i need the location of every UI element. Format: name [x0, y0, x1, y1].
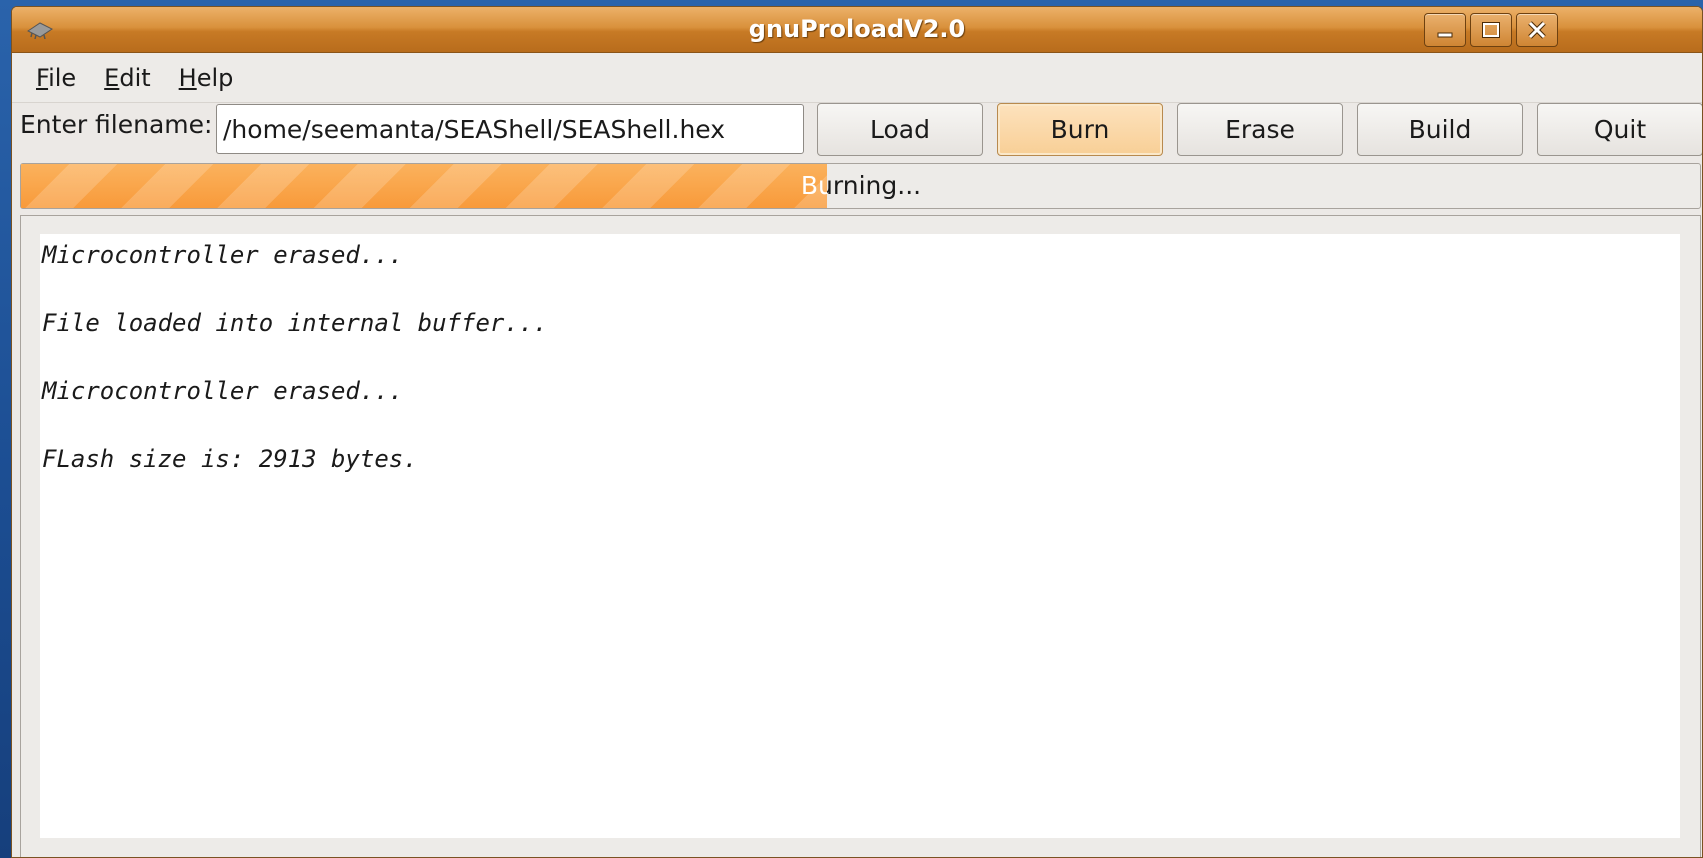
minimize-icon	[1437, 32, 1453, 38]
progress-bar: Burning... Burning...	[20, 163, 1701, 209]
log-output[interactable]: Microcontroller erased... File loaded in…	[40, 234, 1680, 838]
filename-label: Enter filename:	[20, 110, 213, 139]
progress-fill: Burning...	[21, 164, 827, 208]
log-frame: Microcontroller erased... File loaded in…	[20, 215, 1701, 857]
log-line: File loaded into internal buffer...	[42, 309, 548, 337]
log-line: Microcontroller erased...	[42, 377, 404, 405]
log-line: FLash size is: 2913 bytes.	[42, 445, 418, 473]
maximize-button[interactable]	[1470, 13, 1512, 47]
menu-help-label: elp	[196, 63, 234, 92]
menu-file-label: ile	[48, 63, 77, 92]
quit-button[interactable]: Quit	[1537, 103, 1702, 156]
menu-help-mnemonic: H	[178, 63, 197, 92]
progress-label-overlay: Burning...	[800, 171, 827, 200]
title-bar[interactable]: gnuProloadV2.0	[12, 7, 1702, 53]
menu-help[interactable]: Help	[165, 58, 248, 98]
menu-file[interactable]: File	[22, 58, 90, 98]
close-icon	[1528, 21, 1546, 39]
maximize-icon	[1482, 22, 1500, 38]
log-line: Microcontroller erased...	[42, 241, 404, 269]
toolbar: Enter filename: Load Burn Erase Build Qu…	[12, 98, 1702, 156]
close-button[interactable]	[1516, 13, 1558, 47]
menu-file-mnemonic: F	[36, 63, 49, 92]
app-window: gnuProloadV2.0 File Edit Help Enter file…	[11, 6, 1703, 858]
menu-edit[interactable]: Edit	[90, 58, 164, 98]
filename-input[interactable]	[216, 104, 804, 154]
menu-edit-label: dit	[119, 63, 151, 92]
menu-edit-mnemonic: E	[104, 63, 120, 92]
load-button[interactable]: Load	[817, 103, 983, 156]
build-button[interactable]: Build	[1357, 103, 1523, 156]
minimize-button[interactable]	[1424, 13, 1466, 47]
burn-button[interactable]: Burn	[997, 103, 1163, 156]
erase-button[interactable]: Erase	[1177, 103, 1343, 156]
menu-bar: File Edit Help	[12, 53, 1702, 103]
